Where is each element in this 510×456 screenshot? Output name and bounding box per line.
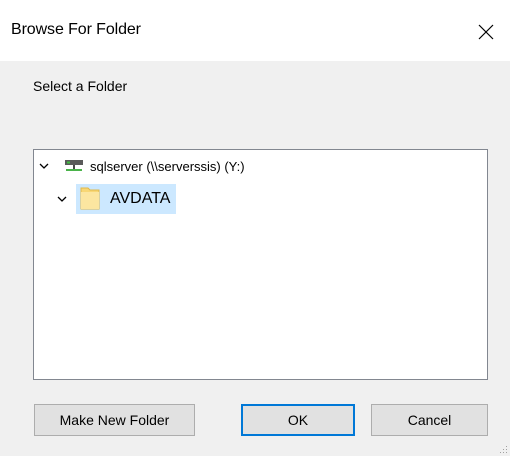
selected-folder[interactable]: AVDATA (76, 184, 177, 214)
close-button[interactable] (466, 12, 506, 52)
folder-tree[interactable]: sqlserver (\\serverssis) (Y:) AVDATA (33, 149, 488, 380)
close-icon (478, 24, 494, 40)
tree-item-avdata[interactable]: AVDATA (56, 184, 177, 214)
cancel-button[interactable]: Cancel (371, 404, 488, 436)
instruction-text: Select a Folder (33, 78, 128, 94)
chevron-down-icon[interactable] (38, 160, 50, 172)
network-drive-icon (64, 158, 84, 175)
tree-item-label: sqlserver (\\serverssis) (Y:) (90, 158, 245, 174)
make-new-folder-button[interactable]: Make New Folder (34, 404, 195, 436)
tree-item-sqlserver[interactable]: sqlserver (\\serverssis) (Y:) (38, 157, 245, 175)
browse-for-folder-dialog: Browse For Folder Select a Folder sqlser… (0, 0, 510, 456)
title-bar: Browse For Folder (0, 0, 510, 61)
chevron-down-icon[interactable] (56, 193, 68, 205)
dialog-title: Browse For Folder (11, 21, 141, 38)
ok-button[interactable]: OK (241, 404, 355, 436)
folder-icon (80, 186, 100, 213)
tree-item-label: AVDATA (110, 190, 171, 207)
resize-grip-icon[interactable] (498, 444, 508, 454)
